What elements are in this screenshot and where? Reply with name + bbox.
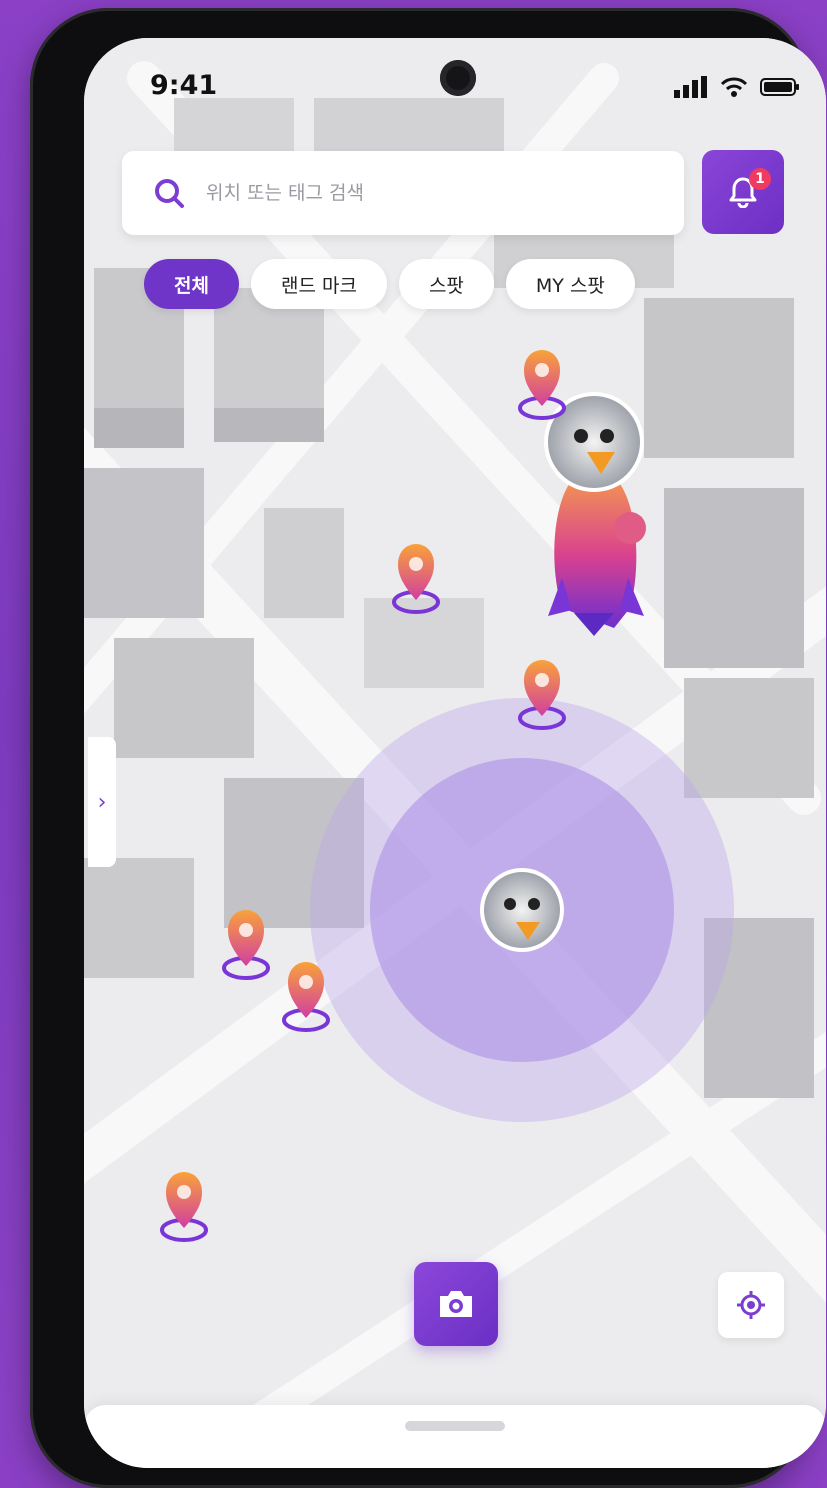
- user-location-avatar[interactable]: [480, 868, 564, 952]
- filter-chip-landmark[interactable]: 랜드 마크: [250, 259, 387, 309]
- search-input[interactable]: [204, 181, 628, 205]
- notification-button[interactable]: [702, 150, 784, 234]
- map[interactable]: [84, 38, 826, 1468]
- battery-icon: [760, 78, 799, 96]
- signal-icon: [674, 76, 707, 98]
- front-camera: [440, 60, 476, 96]
- bottom-sheet[interactable]: [84, 1405, 826, 1468]
- side-panel-toggle[interactable]: ›: [88, 737, 116, 867]
- search-bar[interactable]: [122, 151, 684, 235]
- filter-chips: 전체 랜드 마크 스팟 MY 스팟: [144, 259, 635, 309]
- notification-badge: 1: [749, 168, 771, 190]
- filter-chip-my-spot[interactable]: MY 스팟: [505, 259, 635, 309]
- locate-button[interactable]: [718, 1272, 784, 1338]
- rocket-character[interactable]: [544, 392, 646, 636]
- phone-frame: 9:41 위치 또는 태그 검색 1 전체 랜드 마크 스팟 MY 스팟 ›: [30, 8, 826, 1488]
- sheet-handle[interactable]: [405, 1421, 505, 1431]
- phone-screen: 9:41 위치 또는 태그 검색 1 전체 랜드 마크 스팟 MY 스팟 ›: [84, 38, 826, 1468]
- wifi-icon: [720, 77, 748, 97]
- filter-chip-spot[interactable]: 스팟: [398, 259, 494, 309]
- status-icons: [674, 76, 800, 98]
- locate-icon: [737, 1291, 765, 1319]
- search-icon: [155, 179, 184, 208]
- camera-icon: [440, 1291, 472, 1317]
- filter-chip-all[interactable]: 전체: [144, 259, 239, 309]
- status-time: 9:41: [150, 70, 218, 101]
- camera-button[interactable]: [414, 1262, 498, 1346]
- chevron-right-icon: ›: [97, 789, 107, 815]
